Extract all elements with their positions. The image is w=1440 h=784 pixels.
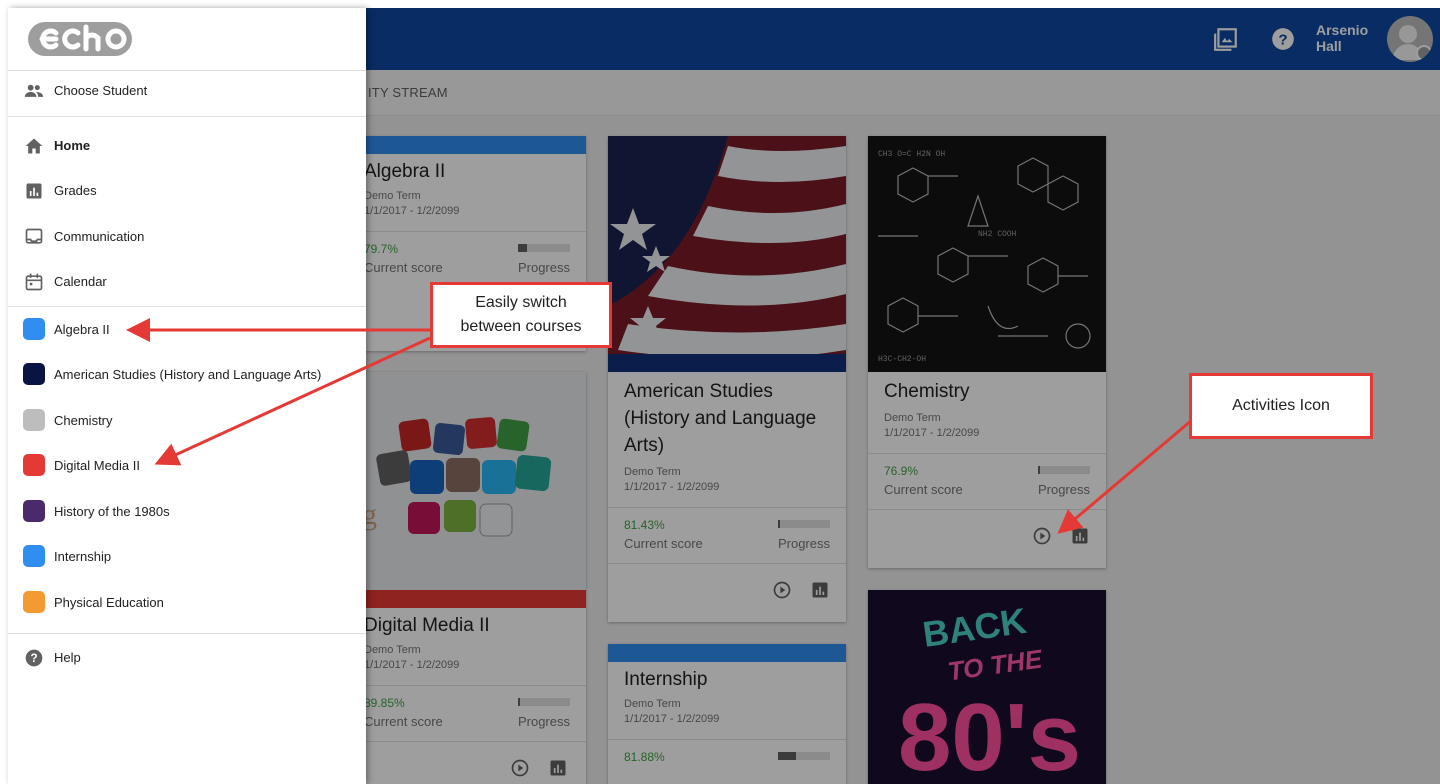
- grades-icon: [26, 183, 42, 199]
- echo-logo: [28, 22, 132, 56]
- sidebar-item-label: Calendar: [54, 274, 107, 289]
- course-item-chemistry[interactable]: Chemistry: [8, 401, 366, 441]
- sidebar-item-grades[interactable]: Grades: [8, 171, 366, 211]
- callout-text: Activities Icon: [1232, 397, 1330, 414]
- course-item-label: Digital Media II: [54, 458, 140, 473]
- choose-student-label: Choose Student: [54, 83, 148, 98]
- sidebar-item-help[interactable]: ? Help: [8, 638, 366, 678]
- choose-student-item[interactable]: Choose Student: [8, 71, 366, 111]
- callout-activities-icon: Activities Icon: [1189, 373, 1373, 439]
- course-color-swatch: [23, 454, 45, 476]
- course-item-label: Physical Education: [54, 595, 164, 610]
- callout-line-1: Easily switch: [475, 294, 567, 311]
- course-item-internship[interactable]: Internship: [8, 537, 366, 577]
- course-color-swatch: [23, 318, 45, 340]
- home-icon: [25, 138, 43, 154]
- course-color-swatch: [23, 591, 45, 613]
- course-item-label: History of the 1980s: [54, 504, 170, 519]
- navigation-drawer: Choose Student Home Grades Communication…: [8, 8, 366, 784]
- divider: [8, 306, 366, 307]
- divider: [8, 116, 366, 117]
- course-item-algebra-ii[interactable]: Algebra II: [8, 310, 366, 350]
- people-icon: [24, 84, 44, 97]
- calendar-icon: [25, 273, 43, 291]
- course-item-american-studies[interactable]: American Studies (History and Language A…: [8, 355, 366, 395]
- sidebar-item-label: Home: [54, 138, 91, 153]
- sidebar-item-home[interactable]: Home: [8, 126, 366, 166]
- callout-switch-courses: Easily switch between courses: [430, 282, 612, 348]
- course-item-physical-education[interactable]: Physical Education: [8, 583, 366, 623]
- divider: [8, 633, 366, 634]
- course-item-digital-media-ii[interactable]: Digital Media II: [8, 446, 366, 486]
- svg-text:?: ?: [30, 652, 37, 665]
- sidebar-item-label: Grades: [54, 183, 97, 198]
- callout-line-2: between courses: [460, 318, 582, 335]
- sidebar-item-label: Help: [54, 650, 81, 665]
- course-color-swatch: [23, 363, 45, 385]
- sidebar-item-communication[interactable]: Communication: [8, 217, 366, 257]
- course-item-label: Internship: [54, 549, 112, 564]
- course-color-swatch: [23, 545, 45, 567]
- course-item-label: Chemistry: [54, 413, 113, 428]
- course-item-label: American Studies (History and Language A…: [54, 367, 322, 382]
- sidebar-item-label: Communication: [54, 229, 145, 244]
- course-color-swatch: [23, 409, 45, 431]
- course-color-swatch: [23, 500, 45, 522]
- sidebar-item-calendar[interactable]: Calendar: [8, 262, 366, 302]
- course-item-label: Algebra II: [54, 322, 110, 337]
- help-icon: ?: [25, 649, 43, 667]
- course-item-history-1980s[interactable]: History of the 1980s: [8, 492, 366, 532]
- communication-icon: [25, 228, 43, 244]
